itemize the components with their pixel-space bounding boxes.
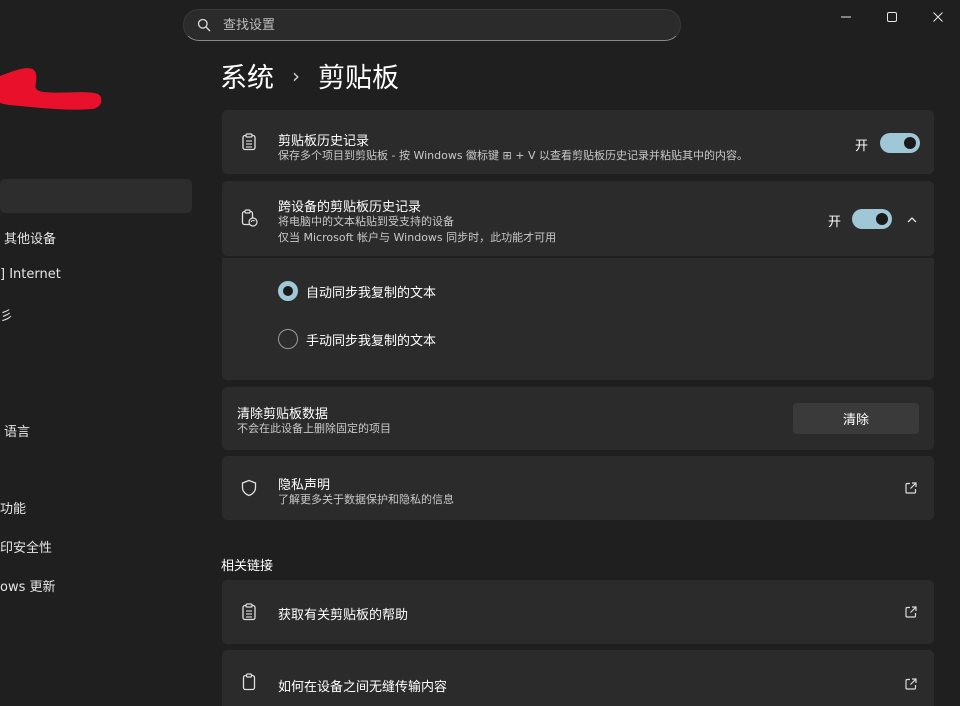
clipboard-history-card: 剪贴板历史记录 保存多个项目到剪贴板 - 按 Windows 徽标键 ⊞ + V… [222, 110, 934, 174]
help-link-card[interactable]: 获取有关剪贴板的帮助 [222, 580, 934, 644]
chevron-up-icon[interactable] [906, 214, 918, 226]
clear-clipboard-desc: 不会在此设备上删除固定的项目 [237, 422, 391, 435]
redaction-mark [0, 68, 102, 110]
breadcrumb-current: 剪贴板 [318, 63, 399, 94]
cross-device-desc: 将电脑中的文本粘贴到受支持的设备 [278, 215, 454, 228]
clipboard-history-toggle[interactable] [880, 133, 920, 153]
maximize-button[interactable] [872, 8, 912, 26]
related-links-heading: 相关链接 [221, 559, 274, 574]
help-link-title: 获取有关剪贴板的帮助 [278, 608, 409, 623]
nav-item-language[interactable]: 语言 [4, 421, 30, 440]
external-link-icon [905, 482, 917, 494]
search-box[interactable] [183, 9, 681, 41]
clear-button[interactable]: 清除 [793, 403, 919, 434]
cross-device-toggle-label: 开 [828, 215, 842, 230]
minimize-button[interactable] [826, 8, 866, 26]
close-button[interactable] [918, 8, 958, 26]
cross-device-toggle[interactable] [852, 209, 892, 229]
minimize-icon [841, 16, 851, 18]
search-input[interactable] [223, 17, 643, 33]
clipboard-history-toggle-label: 开 [855, 139, 869, 154]
nav-item-security[interactable]: 印安全性 [0, 537, 52, 556]
nav-item-personalization[interactable]: 彡 [0, 305, 13, 324]
transfer-link-title: 如何在设备之间无缝传输内容 [278, 680, 448, 695]
nav-item-windows-update[interactable]: ows 更新 [0, 576, 56, 595]
cross-device-card[interactable]: 跨设备的剪贴板历史记录 将电脑中的文本粘贴到受支持的设备 仅当 Microsof… [222, 181, 934, 256]
transfer-link-card[interactable]: 如何在设备之间无缝传输内容 [222, 650, 934, 706]
clipboard-icon [242, 603, 256, 621]
nav-item-accessibility[interactable]: 功能 [0, 498, 26, 517]
sync-auto-radio[interactable] [278, 281, 298, 301]
nav-item-system-selected[interactable] [0, 179, 192, 213]
sync-auto-option[interactable]: 自动同步我复制的文本 [278, 281, 436, 301]
close-icon [933, 12, 943, 22]
nav-item-devices[interactable]: 其他设备 [4, 228, 56, 247]
breadcrumb-separator: › [292, 63, 300, 88]
external-link-icon [905, 678, 917, 690]
sync-manual-radio[interactable] [278, 329, 298, 349]
cross-device-note: 仅当 Microsoft 帐户与 Windows 同步时，此功能才可用 [278, 231, 557, 244]
breadcrumb-parent[interactable]: 系统 [220, 56, 274, 95]
clipboard-sync-icon [241, 209, 258, 227]
settings-window: 其他设备 ] Internet 彡 语言 功能 印安全性 ows 更新 系统 ›… [0, 0, 960, 706]
clipboard-icon [242, 133, 256, 151]
clipboard-history-desc: 保存多个项目到剪贴板 - 按 Windows 徽标键 ⊞ + V 以查看剪贴板历… [278, 149, 749, 162]
nav-item-network[interactable]: ] Internet [0, 267, 61, 282]
page-title: 系统 › 剪贴板 [220, 56, 399, 95]
privacy-desc: 了解更多关于数据保护和隐私的信息 [278, 493, 454, 506]
sync-auto-label: 自动同步我复制的文本 [306, 285, 437, 301]
sync-manual-label: 手动同步我复制的文本 [306, 333, 437, 349]
cross-device-options-panel [222, 258, 934, 380]
external-link-icon [905, 606, 917, 618]
search-icon [197, 18, 211, 32]
maximize-icon [887, 12, 897, 22]
clipboard-icon [242, 673, 256, 691]
privacy-card[interactable]: 隐私声明 了解更多关于数据保护和隐私的信息 [222, 456, 934, 520]
sync-manual-option[interactable]: 手动同步我复制的文本 [278, 329, 436, 349]
shield-icon [241, 479, 257, 497]
